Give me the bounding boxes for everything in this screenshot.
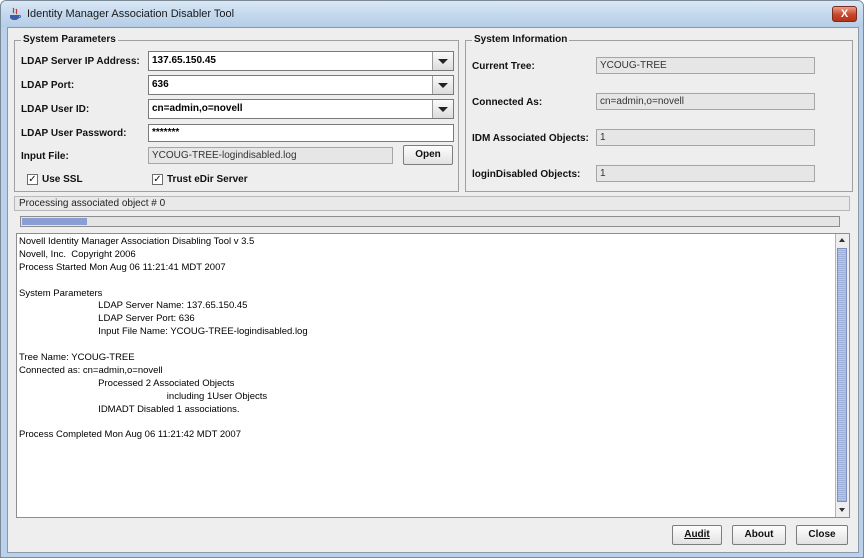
current-tree-value: YCOUG-TREE <box>600 60 667 71</box>
status-bar: Processing associated object # 0 <box>14 196 850 211</box>
log-line: LDAP Server Port: 636 <box>19 313 195 325</box>
ldap-port-combo[interactable]: 636 <box>148 75 454 95</box>
idm-associated-label: IDM Associated Objects: <box>472 133 589 144</box>
ldap-password-field[interactable]: ******* <box>148 124 454 142</box>
log-line: Tree Name: YCOUG-TREE <box>19 352 135 364</box>
current-tree-label: Current Tree: <box>472 61 535 72</box>
chevron-down-icon[interactable] <box>432 100 453 118</box>
connected-as-value: cn=admin,o=novell <box>600 96 684 107</box>
log-line: System Parameters <box>19 287 103 299</box>
app-window: Identity Manager Association Disabler To… <box>0 0 864 558</box>
input-file-value: YCOUG-TREE-logindisabled.log <box>152 150 297 161</box>
system-parameters-title: System Parameters <box>21 34 118 45</box>
log-line: Connected as: cn=admin,o=novell <box>19 364 163 376</box>
progress-bar <box>20 216 840 227</box>
title-bar[interactable]: Identity Manager Association Disabler To… <box>1 1 863 27</box>
log-scrollbar[interactable] <box>835 234 849 517</box>
system-information-title: System Information <box>472 34 570 45</box>
connected-as-label: Connected As: <box>472 97 543 108</box>
log-lines: Novell Identity Manager Association Disa… <box>19 236 834 442</box>
open-button[interactable]: Open <box>403 145 453 165</box>
login-disabled-field: 1 <box>596 165 815 182</box>
log-line: Novell, Inc. Copyright 2006 <box>19 248 136 260</box>
about-button[interactable]: About <box>732 525 786 545</box>
log-line: Process Completed Mon Aug 06 11:21:42 MD… <box>19 429 241 441</box>
login-disabled-label: loginDisabled Objects: <box>472 169 581 180</box>
window-close-button[interactable]: X <box>832 6 857 22</box>
use-ssl-label: Use SSL <box>42 174 83 185</box>
system-parameters-group: System Parameters LDAP Server IP Address… <box>14 34 459 192</box>
scroll-down-icon[interactable] <box>836 504 849 517</box>
log-line: Processed 2 Associated Objects <box>19 377 235 389</box>
ldap-port-label: LDAP Port: <box>21 80 75 91</box>
log-line: LDAP Server Name: 137.65.150.45 <box>19 300 248 312</box>
input-file-field: YCOUG-TREE-logindisabled.log <box>148 147 393 164</box>
input-file-label: Input File: <box>21 151 69 162</box>
system-information-group: System Information Current Tree: YCOUG-T… <box>465 34 853 192</box>
ldap-user-id-label: LDAP User ID: <box>21 104 90 115</box>
trust-edir-label: Trust eDir Server <box>167 174 248 185</box>
connected-as-field: cn=admin,o=novell <box>596 93 815 110</box>
idm-associated-field: 1 <box>596 129 815 146</box>
close-button[interactable]: Close <box>796 525 848 545</box>
ldap-user-id-combo[interactable]: cn=admin,o=novell <box>148 99 454 119</box>
chevron-down-icon[interactable] <box>432 76 453 94</box>
ldap-server-ip-value: 137.65.150.45 <box>152 55 216 66</box>
use-ssl-checkbox[interactable]: ✓ <box>27 174 38 185</box>
scrollbar-thumb[interactable] <box>837 248 847 502</box>
login-disabled-value: 1 <box>600 168 606 179</box>
ldap-password-value: ******* <box>152 127 180 138</box>
log-line: Input File Name: YCOUG-TREE-logindisable… <box>19 326 308 338</box>
ldap-port-value: 636 <box>152 79 169 90</box>
progress-fill <box>22 218 88 225</box>
java-app-icon <box>10 7 21 20</box>
status-text: Processing associated object # 0 <box>19 198 166 209</box>
log-line: IDMADT Disabled 1 associations. <box>19 403 240 415</box>
ldap-server-ip-label: LDAP Server IP Address: <box>21 56 140 67</box>
ldap-server-ip-combo[interactable]: 137.65.150.45 <box>148 51 454 71</box>
idm-associated-value: 1 <box>600 132 606 143</box>
client-area: System Parameters LDAP Server IP Address… <box>7 27 859 553</box>
audit-button[interactable]: Audit <box>672 525 722 545</box>
chevron-down-icon[interactable] <box>432 52 453 70</box>
log-line: Process Started Mon Aug 06 11:21:41 MDT … <box>19 261 226 273</box>
log-line: including 1User Objects <box>19 390 268 402</box>
ldap-user-password-label: LDAP User Password: <box>21 128 127 139</box>
scroll-up-icon[interactable] <box>836 234 849 247</box>
window-title: Identity Manager Association Disabler To… <box>27 8 235 20</box>
current-tree-field: YCOUG-TREE <box>596 57 815 74</box>
log-line: Novell Identity Manager Association Disa… <box>19 236 255 247</box>
log-textarea[interactable]: Novell Identity Manager Association Disa… <box>16 233 850 518</box>
trust-edir-checkbox[interactable]: ✓ <box>152 174 163 185</box>
ldap-user-id-value: cn=admin,o=novell <box>152 103 243 114</box>
